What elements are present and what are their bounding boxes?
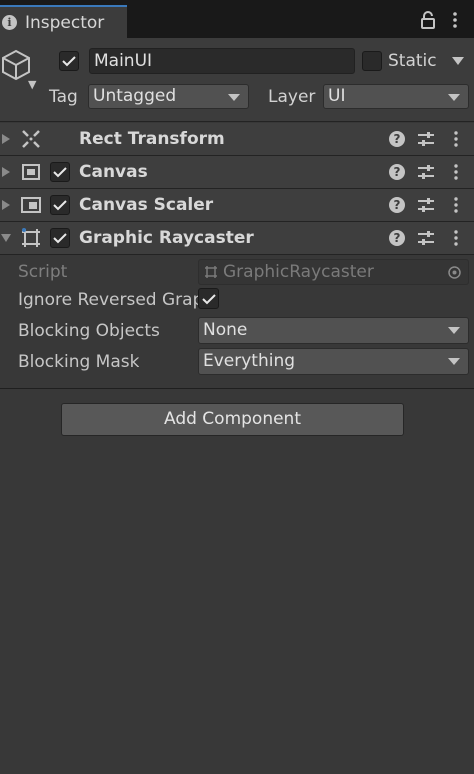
chevron-down-icon: [448, 358, 460, 365]
active-checkbox[interactable]: [59, 51, 79, 71]
component-menu-icon[interactable]: [453, 164, 459, 180]
foldout-arrow-icon[interactable]: [0, 199, 12, 211]
add-component-button[interactable]: Add Component: [61, 403, 404, 436]
static-checkbox[interactable]: [362, 51, 382, 71]
tab-inspector[interactable]: i Inspector: [0, 5, 127, 38]
component-title: Canvas: [79, 162, 148, 182]
object-picker-icon[interactable]: [448, 266, 461, 279]
checkmark-icon: [53, 200, 67, 211]
presets-icon[interactable]: [418, 197, 434, 213]
layer-value: UI: [328, 86, 346, 106]
script-field: GraphicRaycaster: [198, 259, 469, 285]
script-value: GraphicRaycaster: [223, 262, 374, 282]
blocking-mask-value: Everything: [203, 351, 296, 371]
static-dropdown-arrow-icon[interactable]: [452, 57, 464, 65]
info-icon: i: [2, 15, 17, 30]
tag-label: Tag: [49, 87, 78, 107]
layer-label: Layer: [268, 87, 316, 107]
component-title: Graphic Raycaster: [79, 228, 254, 248]
icon-dropdown-arrow[interactable]: ▼: [28, 78, 36, 91]
gameobject-cube-icon[interactable]: [0, 48, 32, 82]
tag-value: Untagged: [93, 86, 177, 106]
checkmark-icon: [53, 233, 67, 244]
graphic-raycaster-small-icon: [205, 266, 217, 278]
more-options-icon[interactable]: [451, 11, 459, 29]
component-menu-icon[interactable]: [453, 131, 459, 147]
blocking-mask-dropdown[interactable]: Everything: [198, 348, 469, 375]
help-icon[interactable]: ?: [389, 197, 405, 213]
presets-icon[interactable]: [418, 230, 434, 246]
component-menu-icon[interactable]: [453, 230, 459, 246]
gameobject-name-input[interactable]: MainUI: [89, 48, 355, 74]
chevron-down-icon: [448, 327, 460, 334]
tab-title: Inspector: [25, 12, 105, 33]
rect-transform-icon: [22, 130, 40, 148]
component-enabled-checkbox[interactable]: [50, 228, 70, 248]
blocking-mask-label: Blocking Mask: [18, 352, 140, 372]
component-enabled-checkbox[interactable]: [50, 195, 70, 215]
canvas-icon: [22, 164, 40, 180]
help-icon[interactable]: ?: [389, 131, 405, 147]
component-title: Rect Transform: [79, 129, 225, 149]
script-label: Script: [18, 262, 68, 282]
graphic-raycaster-icon: [22, 228, 40, 247]
component-title: Canvas Scaler: [79, 195, 214, 215]
foldout-arrow-expanded-icon[interactable]: [0, 232, 12, 244]
chevron-down-icon: [228, 94, 240, 101]
canvas-scaler-icon: [21, 197, 41, 213]
help-icon[interactable]: ?: [389, 164, 405, 180]
presets-icon[interactable]: [418, 164, 434, 180]
checkmark-icon: [201, 293, 216, 304]
checkmark-icon: [53, 167, 67, 178]
chevron-down-icon: [448, 94, 460, 101]
lock-icon[interactable]: [420, 11, 436, 29]
ignore-reversed-checkbox[interactable]: [198, 288, 219, 309]
blocking-objects-label: Blocking Objects: [18, 321, 160, 341]
foldout-arrow-icon[interactable]: [0, 166, 12, 178]
layer-dropdown[interactable]: UI: [323, 84, 469, 109]
blocking-objects-dropdown[interactable]: None: [198, 317, 469, 344]
checkmark-icon: [62, 56, 76, 67]
divider: [0, 388, 474, 389]
foldout-arrow-icon[interactable]: [0, 133, 12, 145]
ignore-reversed-label: Ignore Reversed Graphics: [18, 290, 198, 310]
presets-icon[interactable]: [418, 131, 434, 147]
tag-dropdown[interactable]: Untagged: [88, 84, 249, 109]
blocking-objects-value: None: [203, 320, 248, 340]
component-enabled-checkbox[interactable]: [50, 162, 70, 182]
component-menu-icon[interactable]: [453, 197, 459, 213]
help-icon[interactable]: ?: [389, 230, 405, 246]
static-label: Static: [388, 51, 437, 71]
